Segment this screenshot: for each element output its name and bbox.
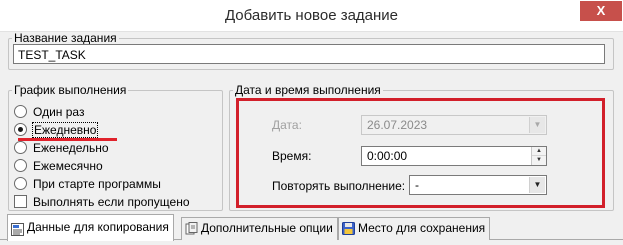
radio-once[interactable]: Один раз: [14, 103, 84, 121]
tab-save-location-label: Место для сохранения: [358, 221, 486, 235]
tab-copy-data-label: Данные для копирования: [27, 220, 169, 234]
radio-monthly-label: Ежемесячно: [33, 159, 103, 173]
radio-once-label: Один раз: [33, 105, 85, 119]
radio-on-startup-label: При старте программы: [33, 177, 161, 191]
radio-monthly[interactable]: Ежемесячно: [14, 157, 103, 175]
close-button[interactable]: X: [580, 1, 622, 21]
copy-data-icon: [11, 220, 24, 237]
radio-circle[interactable]: [14, 159, 27, 173]
task-name-legend: Название задания: [14, 31, 117, 45]
run-if-missed-label: Выполнять если пропущено: [33, 195, 190, 209]
task-name-input[interactable]: TEST_TASK: [13, 44, 605, 64]
save-location-icon: [342, 221, 355, 236]
red-highlight-box: [236, 98, 605, 208]
radio-weekly-label: Еженедельно: [33, 141, 109, 155]
radio-daily[interactable]: Ежедневно: [14, 121, 99, 139]
datetime-legend: Дата и время выполнения: [235, 83, 381, 97]
radio-daily-label: Ежедневно: [31, 122, 99, 138]
radio-circle[interactable]: [14, 105, 27, 119]
tab-options[interactable]: Дополнительные опции: [181, 217, 338, 240]
radio-on-startup[interactable]: При старте программы: [14, 175, 161, 193]
run-if-missed-checkbox[interactable]: Выполнять если пропущено: [14, 193, 190, 211]
radio-weekly[interactable]: Еженедельно: [14, 139, 109, 157]
tab-options-label: Дополнительные опции: [201, 221, 333, 235]
radio-circle-selected[interactable]: [14, 123, 27, 137]
window-title: Добавить новое задание: [224, 7, 399, 24]
tab-save-location[interactable]: Место для сохранения: [338, 217, 491, 240]
checkbox-box[interactable]: [14, 195, 27, 209]
radio-circle[interactable]: [14, 141, 27, 155]
schedule-legend: График выполнения: [14, 83, 127, 97]
tab-copy-data[interactable]: Данные для копирования: [7, 214, 174, 241]
options-icon: [185, 221, 198, 235]
radio-circle[interactable]: [14, 177, 27, 191]
